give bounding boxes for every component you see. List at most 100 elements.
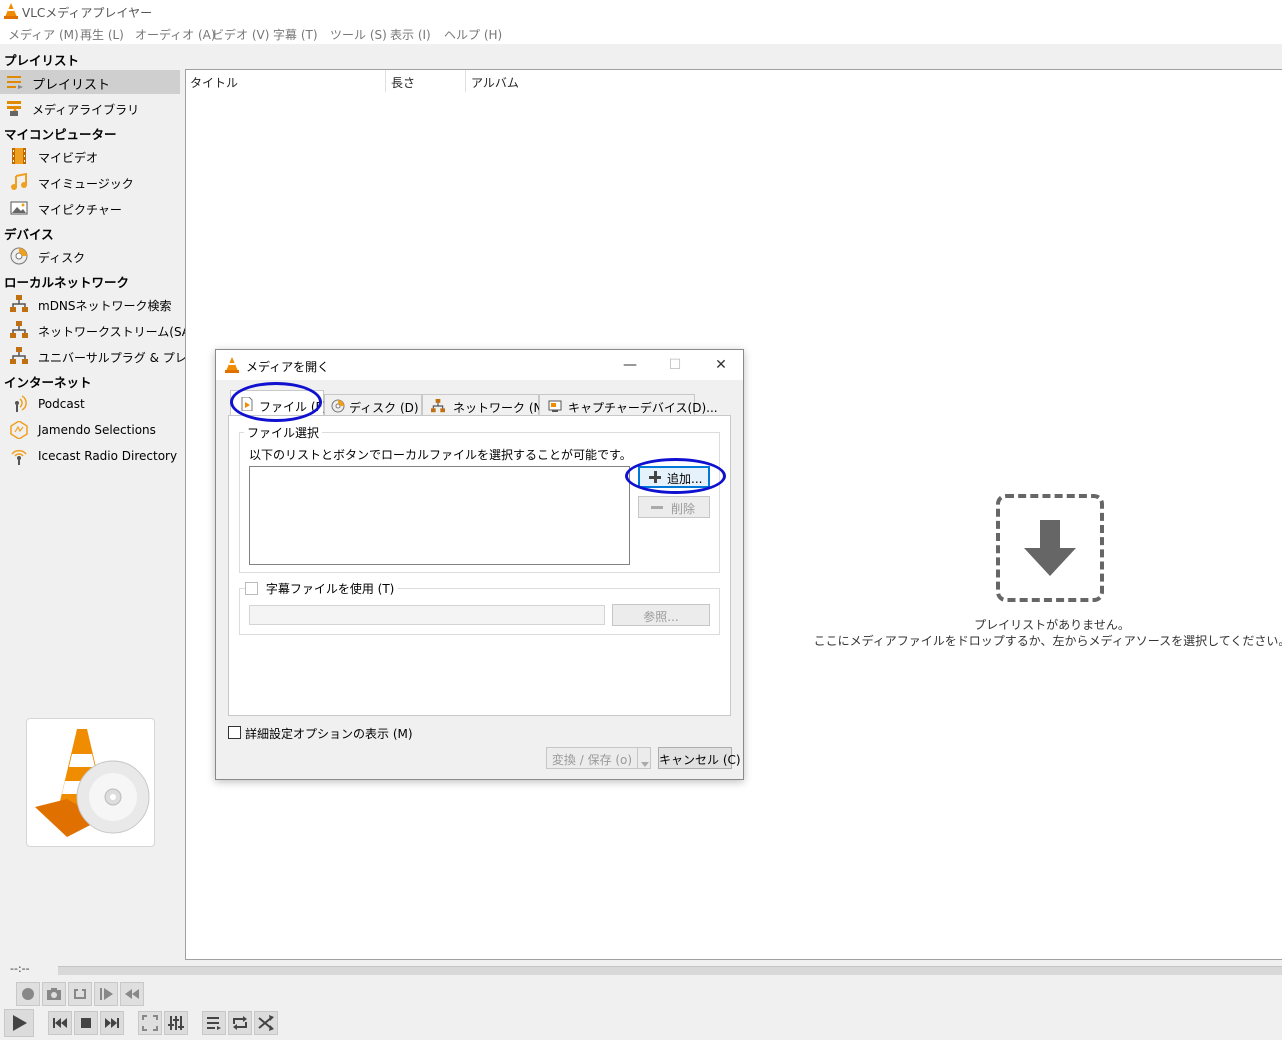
advanced-options-checkbox[interactable] <box>228 726 241 739</box>
cancel-label: キャンセル (C) <box>659 753 741 767</box>
fullscreen-button[interactable] <box>138 1011 162 1035</box>
sidebar-item-label: マイビデオ <box>38 151 99 165</box>
tab-file[interactable]: ファイル (F) <box>230 390 328 416</box>
subtitle-checkbox-row[interactable]: 字幕ファイルを使用 (T) <box>245 580 399 597</box>
shuffle-icon <box>258 1015 274 1031</box>
sidebar-item-mdns[interactable]: mDNSネットワーク検索 <box>0 292 180 316</box>
next-icon <box>105 1018 119 1028</box>
extended-settings-button[interactable] <box>164 1011 188 1035</box>
sidebar-item-my-music[interactable]: マイミュージック <box>0 170 180 194</box>
sidebar-item-upnp[interactable]: ユニバーサルプラグ & プレイ <box>0 344 199 368</box>
loop-icon <box>233 1016 247 1030</box>
sidebar-item-podcast[interactable]: Podcast <box>0 392 180 416</box>
file-list[interactable] <box>249 466 630 565</box>
elapsed-time: --:-- <box>10 962 30 975</box>
snapshot-button[interactable] <box>42 982 66 1006</box>
subtitle-checkbox[interactable] <box>245 582 258 595</box>
tab-label: ディスク (D) <box>349 401 419 415</box>
chevron-down-icon <box>641 756 649 770</box>
convert-dropdown-button[interactable] <box>637 747 651 769</box>
previous-button[interactable] <box>48 1011 72 1035</box>
seek-slider[interactable] <box>58 966 1282 975</box>
play-button[interactable] <box>4 1009 34 1037</box>
sidebar-item-label: Icecast Radio Directory <box>38 449 178 463</box>
radio-signal-icon <box>10 447 28 465</box>
sidebar-item-my-videos[interactable]: マイビデオ <box>0 144 180 168</box>
sidebar-item-label: Podcast <box>38 397 85 411</box>
tab-label: ファイル (F) <box>259 400 328 414</box>
column-header-title[interactable]: タイトル <box>190 74 238 91</box>
album-art <box>26 718 155 847</box>
menu-playback[interactable]: 再生 (L) <box>80 26 124 43</box>
column-separator <box>465 70 466 92</box>
subtitle-file-input[interactable] <box>249 605 605 625</box>
sidebar-item-my-pictures[interactable]: マイピクチャー <box>0 196 180 220</box>
browse-button[interactable]: 参照... <box>612 604 710 626</box>
sidebar-item-label: メディアライブラリ <box>32 103 140 117</box>
remove-file-button[interactable]: 削除 <box>638 496 710 518</box>
tab-disc[interactable]: ディスク (D) <box>324 394 422 416</box>
tab-network[interactable]: ネットワーク (N) <box>422 394 547 416</box>
toggle-playlist-button[interactable] <box>202 1011 226 1035</box>
music-note-icon <box>10 172 28 191</box>
menu-audio[interactable]: オーディオ (A) <box>135 26 216 43</box>
sidebar-item-label: ネットワークストリーム(SAP) <box>38 325 202 339</box>
dialog-titlebar: メディアを開く — ☐ ✕ <box>216 350 743 380</box>
tab-capture-device[interactable]: キャプチャーデバイス(D)... <box>539 394 718 416</box>
network-icon <box>431 399 445 416</box>
convert-save-label: 変換 / 保存 (o) <box>551 753 633 767</box>
menu-media[interactable]: メディア (M) <box>8 26 79 43</box>
minimize-button[interactable]: — <box>608 350 652 380</box>
fullscreen-icon <box>142 1015 158 1031</box>
column-header-length[interactable]: 長さ <box>391 74 415 91</box>
playlist-icon <box>6 73 24 91</box>
plus-icon <box>649 471 661 486</box>
sidebar-item-jamendo[interactable]: Jamendo Selections <box>0 418 180 442</box>
maximize-button[interactable]: ☐ <box>653 350 697 380</box>
tab-label: ネットワーク (N) <box>453 401 548 415</box>
sidebar-item-playlist[interactable]: プレイリスト <box>0 70 180 94</box>
disc-icon <box>10 247 28 265</box>
sidebar-item-label: ユニバーサルプラグ & プレイ <box>38 351 199 365</box>
stop-button[interactable] <box>74 1011 98 1035</box>
browse-label: 参照... <box>643 610 679 624</box>
minus-icon <box>651 506 663 509</box>
previous-icon <box>53 1018 67 1028</box>
slower-button[interactable] <box>120 982 144 1006</box>
next-button[interactable] <box>100 1011 124 1035</box>
add-file-button[interactable]: 追加... <box>638 466 710 488</box>
empty-playlist-hint: ここにメディアファイルをドロップするか、左からメディアソースを選択してください。 <box>813 634 1282 648</box>
menu-view[interactable]: 表示 (I) <box>390 26 431 43</box>
menu-tools[interactable]: ツール (S) <box>330 26 387 43</box>
loop-button[interactable] <box>228 1011 252 1035</box>
column-separator <box>385 70 386 92</box>
sidebar-item-label: mDNSネットワーク検索 <box>38 299 172 313</box>
column-header-album[interactable]: アルバム <box>471 74 519 91</box>
sidebar-item-label: プレイリスト <box>32 78 111 93</box>
tab-panel-file: ファイル選択 以下のリストとボタンでローカルファイルを選択することが可能です。 … <box>228 415 731 716</box>
sidebar-item-label: マイピクチャー <box>38 203 122 217</box>
advanced-options-label: 詳細設定オプションの表示 (M) <box>245 727 413 741</box>
convert-save-button[interactable]: 変換 / 保存 (o) <box>546 747 638 769</box>
cancel-button[interactable]: キャンセル (C) <box>658 747 741 769</box>
ab-loop-button[interactable] <box>68 982 92 1006</box>
menu-subtitle[interactable]: 字幕 (T) <box>273 26 318 43</box>
vlc-cone-icon <box>4 3 18 22</box>
sidebar-item-icecast[interactable]: Icecast Radio Directory <box>0 444 180 468</box>
tab-label: キャプチャーデバイス(D)... <box>568 401 718 415</box>
frame-step-icon <box>100 988 113 1000</box>
menu-help[interactable]: ヘルプ (H) <box>444 26 502 43</box>
frame-step-button[interactable] <box>94 982 118 1006</box>
add-file-label: 追加... <box>667 472 703 486</box>
close-button[interactable]: ✕ <box>699 350 743 380</box>
ab-loop-icon <box>74 988 86 999</box>
record-button[interactable] <box>16 982 40 1006</box>
menu-video[interactable]: ビデオ (V) <box>212 26 269 43</box>
open-media-dialog: メディアを開く — ☐ ✕ ファイル (F) ディスク (D) ネットワーク (… <box>215 349 744 780</box>
play-icon <box>13 1015 27 1031</box>
sidebar-item-media-library[interactable]: メディアライブラリ <box>0 96 180 120</box>
sidebar-item-sap[interactable]: ネットワークストリーム(SAP) <box>0 318 202 342</box>
jamendo-icon <box>10 420 28 440</box>
shuffle-button[interactable] <box>254 1011 278 1035</box>
sidebar-item-disc[interactable]: ディスク <box>0 244 180 268</box>
